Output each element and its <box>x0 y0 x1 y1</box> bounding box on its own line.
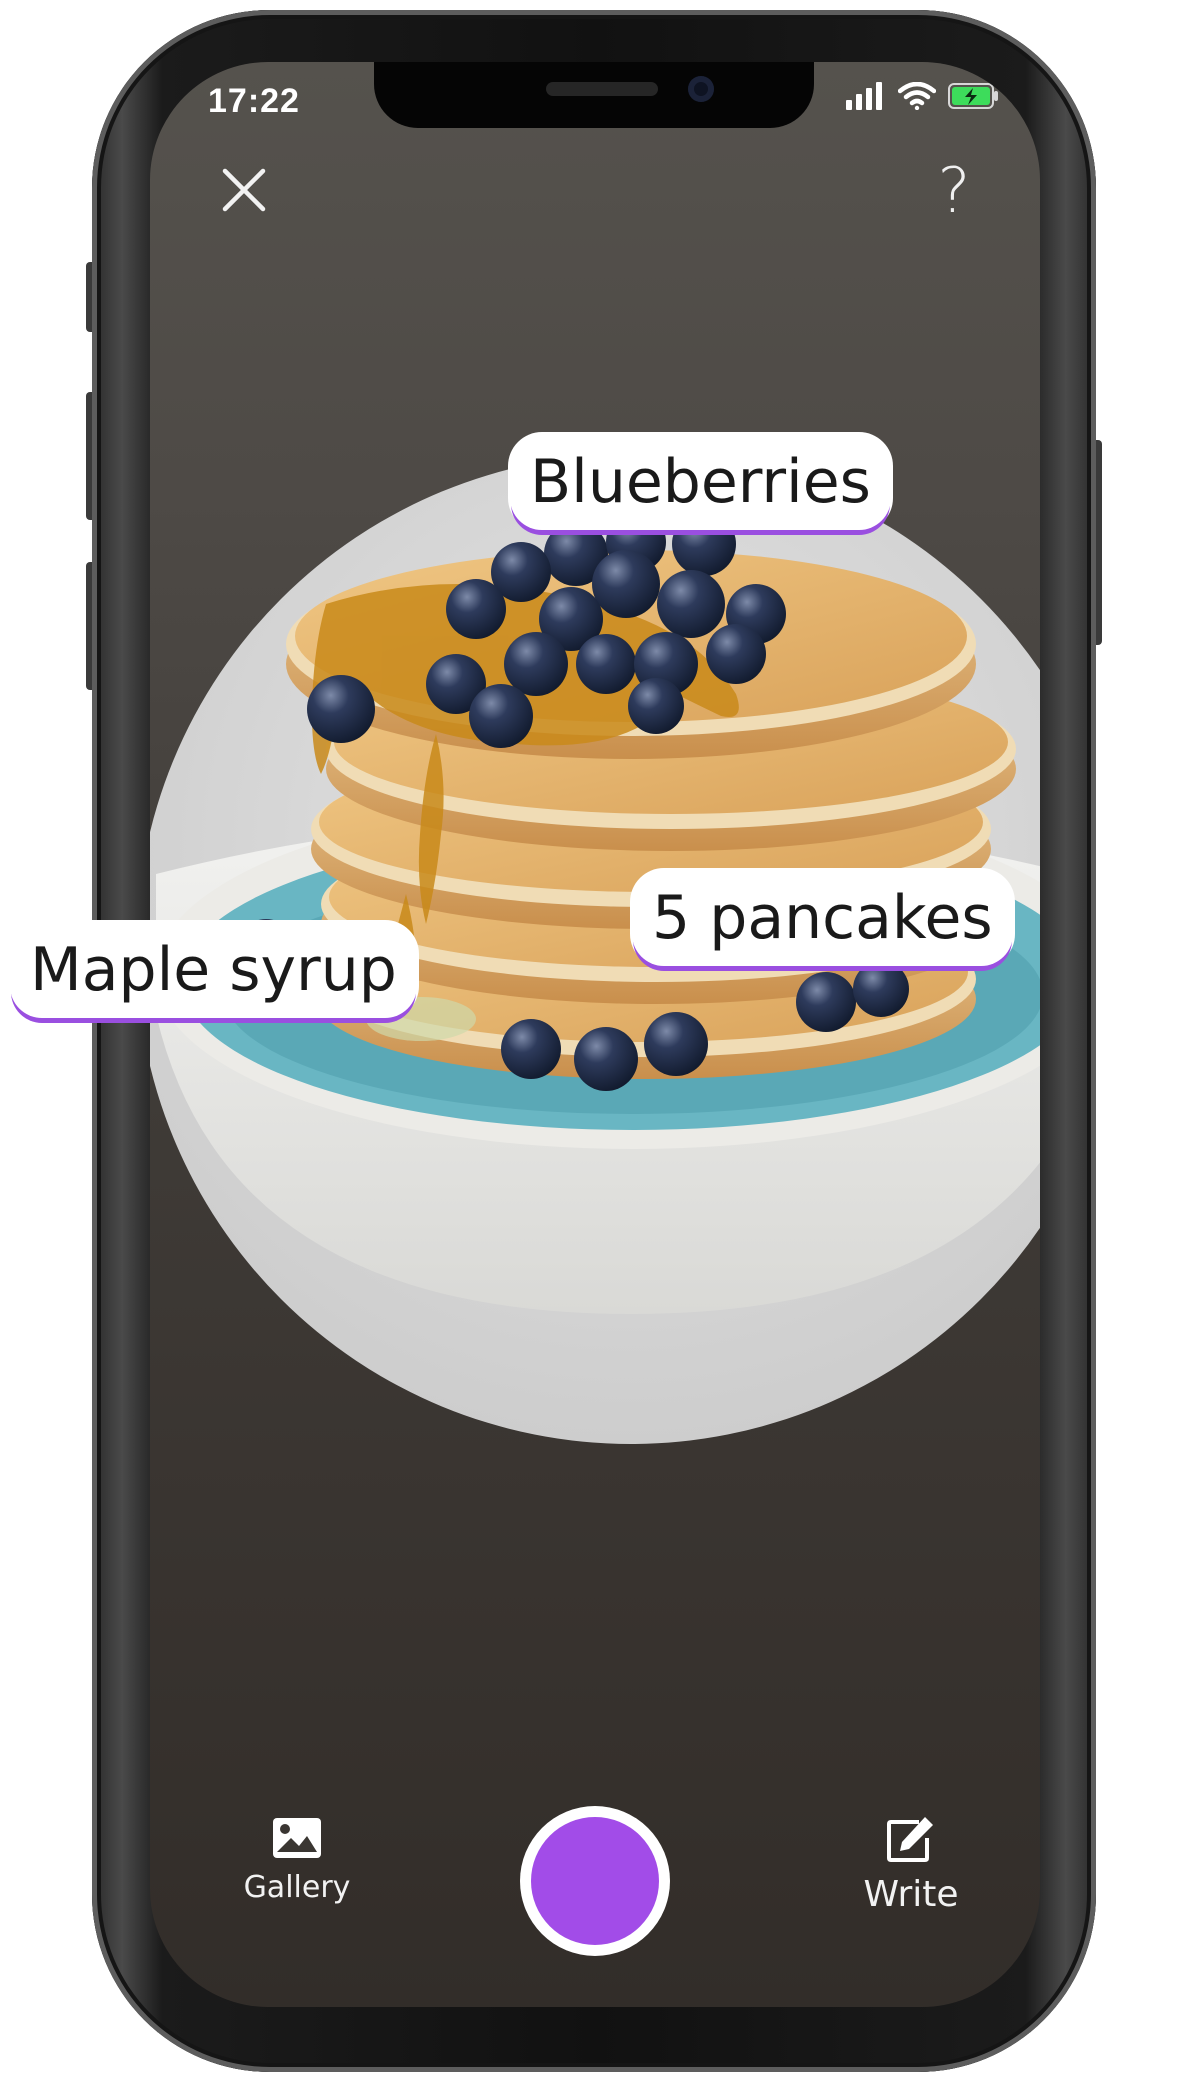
speaker-grille <box>546 82 658 96</box>
status-icons <box>846 82 1000 110</box>
edit-pencil-icon <box>887 1817 933 1862</box>
status-time: 17:22 <box>208 82 300 120</box>
camera-screen: 17:22 ? Gallery Write <box>150 62 1040 2007</box>
label-blueberries[interactable]: Blueberries <box>510 434 891 530</box>
help-button[interactable]: ? <box>920 153 988 227</box>
shutter-button[interactable] <box>520 1806 670 1956</box>
gallery-label: Gallery <box>243 1870 351 1905</box>
wifi-icon <box>898 82 936 110</box>
write-button[interactable]: Write <box>836 1814 986 1915</box>
cellular-signal-icon <box>846 82 882 110</box>
close-icon <box>222 168 266 212</box>
front-camera <box>688 76 714 102</box>
label-pancakes[interactable]: 5 pancakes <box>632 870 1013 966</box>
shutter-inner <box>531 1817 659 1945</box>
stage: 17:22 ? Gallery Write Blueberries 5 panc… <box>0 0 1201 2087</box>
gallery-button[interactable]: Gallery <box>222 1816 372 1905</box>
close-button[interactable] <box>210 156 278 224</box>
notch <box>374 62 814 128</box>
write-label: Write <box>863 1874 959 1915</box>
label-maple-syrup[interactable]: Maple syrup <box>10 922 417 1018</box>
gallery-icon <box>273 1818 321 1858</box>
battery-charging-icon <box>948 83 998 109</box>
help-label: ? <box>937 153 971 227</box>
